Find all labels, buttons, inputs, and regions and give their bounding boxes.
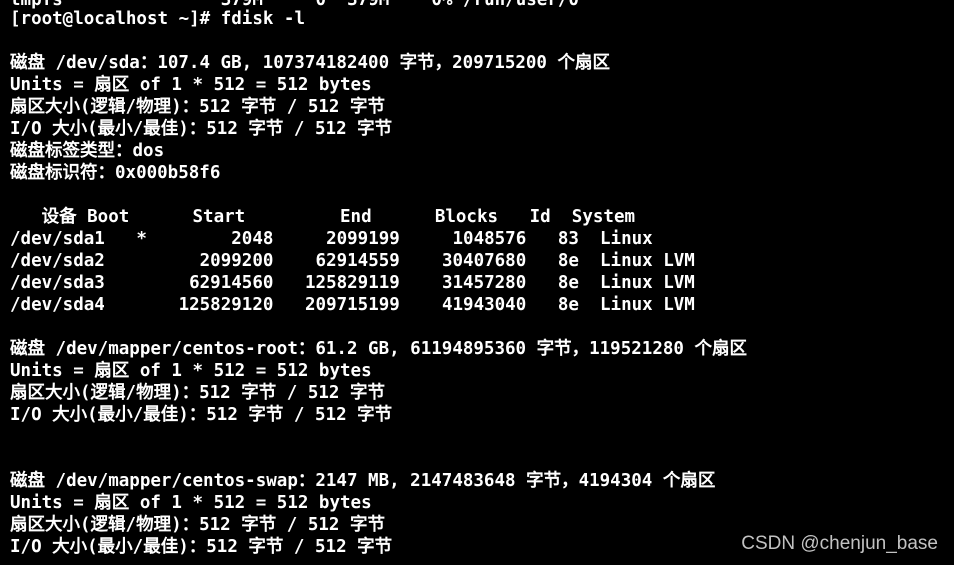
partition-row: /dev/sda2 2099200 62914559 30407680 8e L…: [10, 251, 695, 271]
terminal-line: 扇区大小(逻辑/物理)：512 字节 / 512 字节: [10, 515, 386, 535]
partition-table-header: 设备 Boot Start End Blocks Id System: [10, 207, 636, 227]
terminal-line: I/O 大小(最小/最佳)：512 字节 / 512 字节: [10, 405, 393, 425]
terminal-line: Units = 扇区 of 1 * 512 = 512 bytes: [10, 75, 372, 95]
terminal-line: 扇区大小(逻辑/物理)：512 字节 / 512 字节: [10, 383, 386, 403]
terminal-line: 扇区大小(逻辑/物理)：512 字节 / 512 字节: [10, 97, 386, 117]
partition-row: /dev/sda1 * 2048 2099199 1048576 83 Linu…: [10, 229, 653, 249]
terminal-line: 磁盘 /dev/sda：107.4 GB, 107374182400 字节，20…: [10, 53, 611, 73]
terminal-line: [root@localhost ~]# fdisk -l: [10, 9, 306, 29]
partition-row: /dev/sda4 125829120 209715199 41943040 8…: [10, 295, 695, 315]
terminal-line: Units = 扇区 of 1 * 512 = 512 bytes: [10, 493, 372, 513]
terminal-line: 磁盘标签类型：dos: [10, 141, 165, 161]
watermark: CSDN @chenjun_base: [741, 533, 938, 554]
terminal-line: I/O 大小(最小/最佳)：512 字节 / 512 字节: [10, 119, 393, 139]
terminal-line: I/O 大小(最小/最佳)：512 字节 / 512 字节: [10, 537, 393, 557]
terminal-window[interactable]: tmpfs 379M 0 379M 0% /run/user/0 [root@l…: [0, 0, 954, 565]
terminal-line: 磁盘标识符：0x000b58f6: [10, 163, 221, 183]
terminal-line: Units = 扇区 of 1 * 512 = 512 bytes: [10, 361, 372, 381]
terminal-line: 磁盘 /dev/mapper/centos-root：61.2 GB, 6119…: [10, 339, 747, 359]
partition-row: /dev/sda3 62914560 125829119 31457280 8e…: [10, 273, 695, 293]
terminal-line: 磁盘 /dev/mapper/centos-swap：2147 MB, 2147…: [10, 471, 716, 491]
